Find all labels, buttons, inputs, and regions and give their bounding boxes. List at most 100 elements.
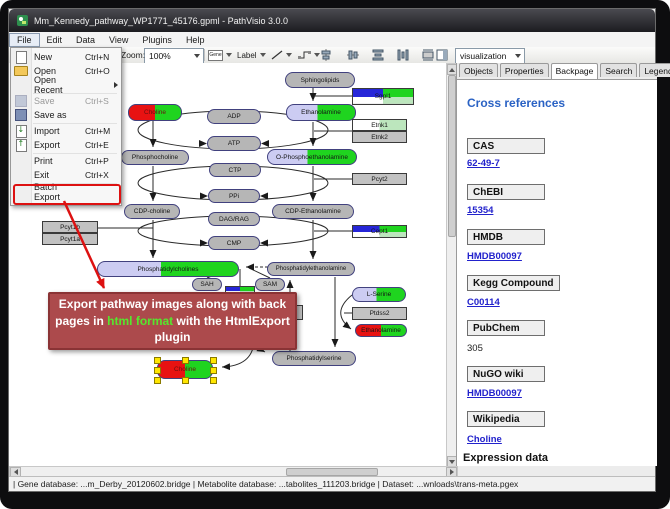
align-middle-button[interactable] — [347, 48, 361, 62]
menu-data[interactable]: Data — [69, 34, 102, 46]
annotation-callout: Export pathway images along with back pa… — [48, 292, 297, 350]
node-l-serine[interactable]: L-Serine — [352, 287, 406, 302]
callout-highlight-text: html format — [107, 314, 173, 328]
node-ppi[interactable]: PPi — [208, 189, 260, 203]
callout-text: with the HtmlExport plugin — [155, 314, 290, 345]
align-middle-icon — [347, 49, 359, 61]
node-adp[interactable]: ADP — [207, 109, 261, 124]
menu-item-print[interactable]: Print Ctrl+P — [11, 154, 121, 168]
menu-help[interactable]: Help — [179, 34, 212, 46]
node-cept1[interactable]: Cept1 — [352, 225, 407, 238]
tab-backpage[interactable]: Backpage — [551, 63, 599, 79]
align-center-button[interactable] — [320, 48, 334, 62]
menu-item-open-recent[interactable]: Open Recent — [11, 78, 121, 92]
node-etnk2[interactable]: Etnk2 — [352, 131, 407, 143]
distribute-horizontal-button[interactable] — [397, 48, 411, 62]
node-ptdss2[interactable]: Ptdss2 — [352, 307, 407, 320]
node-cdp-ethanolamine[interactable]: CDP-Ethanolamine — [272, 204, 354, 219]
distribute-vertical-icon — [372, 49, 384, 61]
xref-link-chebi[interactable]: 15354 — [467, 205, 493, 216]
visualization-combobox[interactable]: visualization — [455, 48, 525, 64]
scroll-right-icon — [450, 469, 454, 475]
node-cmp[interactable]: CMP — [208, 236, 260, 250]
node-atp[interactable]: ATP — [207, 136, 261, 151]
batch-export-highlight — [13, 184, 121, 205]
selection-handle[interactable] — [182, 377, 189, 384]
vertical-scroll-thumb[interactable] — [448, 75, 456, 237]
chevron-down-icon — [286, 53, 292, 57]
connector-icon — [298, 50, 311, 60]
zoom-combobox[interactable]: 100% — [144, 48, 204, 64]
tab-legend[interactable]: Legend — [639, 63, 670, 77]
tab-properties[interactable]: Properties — [500, 63, 549, 77]
menu-view[interactable]: View — [102, 34, 135, 46]
xref-link-hmdb[interactable]: HMDB00097 — [467, 251, 522, 262]
menu-item-save-as[interactable]: Save as — [11, 108, 121, 122]
menu-item-export[interactable]: ↑ Export Ctrl+E — [11, 138, 121, 152]
node-cdp-choline[interactable]: CDP-choline — [124, 204, 180, 219]
xref-header-pubchem: PubChem — [467, 320, 545, 336]
selection-handle[interactable] — [210, 377, 217, 384]
node-sam[interactable]: SAM — [255, 278, 285, 291]
node-ctp[interactable]: CTP — [209, 163, 261, 177]
selection-handle[interactable] — [182, 357, 189, 364]
menu-item-save[interactable]: Save Ctrl+S — [11, 94, 121, 108]
scroll-down-icon — [449, 460, 455, 464]
toolbar-separator — [204, 49, 205, 61]
side-panel-button[interactable] — [436, 48, 450, 62]
xref-link-cas[interactable]: 62-49-7 — [467, 158, 500, 169]
node-pcyt2[interactable]: Pcyt2 — [352, 173, 407, 185]
selection-handle[interactable] — [154, 367, 161, 374]
selection-handle[interactable] — [154, 357, 161, 364]
datanode-tool-button[interactable]: Gene — [208, 48, 234, 62]
xref-link-wikipedia[interactable]: Choline — [467, 434, 502, 445]
common-size-icon — [422, 49, 434, 61]
tab-search[interactable]: Search — [600, 63, 637, 77]
selection-handle[interactable] — [154, 377, 161, 384]
export-icon: ↑ — [16, 139, 27, 152]
node-dag[interactable]: DAG/RAG — [208, 212, 260, 226]
window-title: Mm_Kennedy_pathway_WP1771_45176.gpml - P… — [34, 16, 288, 26]
menu-item-exit[interactable]: Exit Ctrl+X — [11, 168, 121, 182]
node-phosphocholine[interactable]: Phosphocholine — [121, 150, 189, 165]
selection-handle[interactable] — [210, 357, 217, 364]
tab-objects[interactable]: Objects — [459, 63, 498, 77]
node-pcyt1a[interactable]: Pcyt1a — [42, 233, 98, 245]
node-phosphatidylcholines[interactable]: Phosphatidylcholines — [97, 261, 239, 277]
node-ethanolamine-bottom[interactable]: Ethanolamine — [355, 324, 407, 337]
selection-handle[interactable] — [210, 367, 217, 374]
scroll-left-icon — [14, 469, 18, 475]
xref-header-hmdb: HMDB — [467, 229, 545, 245]
common-size-button[interactable] — [422, 48, 436, 62]
menu-plugins[interactable]: Plugins — [135, 34, 179, 46]
xref-header-nugo: NuGO wiki — [467, 366, 545, 382]
node-phosphatidylethanolamine[interactable]: Phosphatidylethanolamine — [267, 262, 355, 276]
menu-item-import[interactable]: ↓ Import Ctrl+M — [11, 124, 121, 138]
node-sgpl1[interactable]: Sgpl1 — [352, 88, 414, 105]
node-ethanolamine-top[interactable]: Ethanolamine — [286, 104, 356, 121]
distribute-vertical-button[interactable] — [372, 48, 386, 62]
save-icon — [15, 95, 27, 107]
xref-link-kegg[interactable]: C00114 — [467, 297, 500, 308]
menu-edit[interactable]: Edit — [40, 34, 70, 46]
open-folder-icon — [14, 66, 28, 76]
node-etnk1[interactable]: Etnk1 — [352, 119, 407, 131]
line-tool-button[interactable] — [271, 48, 295, 62]
node-pcyt1b[interactable]: Pcyt1b — [42, 221, 98, 233]
node-o-phosphoethanolamine[interactable]: O-Phosphoethanolamine — [267, 149, 357, 165]
chevron-down-icon — [194, 54, 200, 58]
node-sphingolipids[interactable]: Sphingolipids — [285, 72, 355, 88]
node-choline-top[interactable]: Choline — [128, 104, 182, 121]
chevron-down-icon — [260, 53, 266, 57]
titlebar: Mm_Kennedy_pathway_WP1771_45176.gpml - P… — [9, 9, 655, 32]
node-sah[interactable]: SAH — [192, 278, 222, 291]
side-panel-tabs: Objects Properties Backpage Search Legen… — [457, 63, 657, 80]
node-phosphatidylserine[interactable]: Phosphatidylserine — [272, 351, 356, 366]
xref-value-pubchem: 305 — [467, 343, 483, 354]
xref-header-chebi: ChEBI — [467, 184, 545, 200]
menu-file[interactable]: File — [9, 33, 40, 47]
horizontal-scroll-thumb[interactable] — [286, 468, 378, 476]
label-tool-button[interactable]: Label — [237, 48, 267, 62]
menu-item-new[interactable]: New Ctrl+N — [11, 50, 121, 64]
xref-link-nugo[interactable]: HMDB00097 — [467, 388, 522, 399]
